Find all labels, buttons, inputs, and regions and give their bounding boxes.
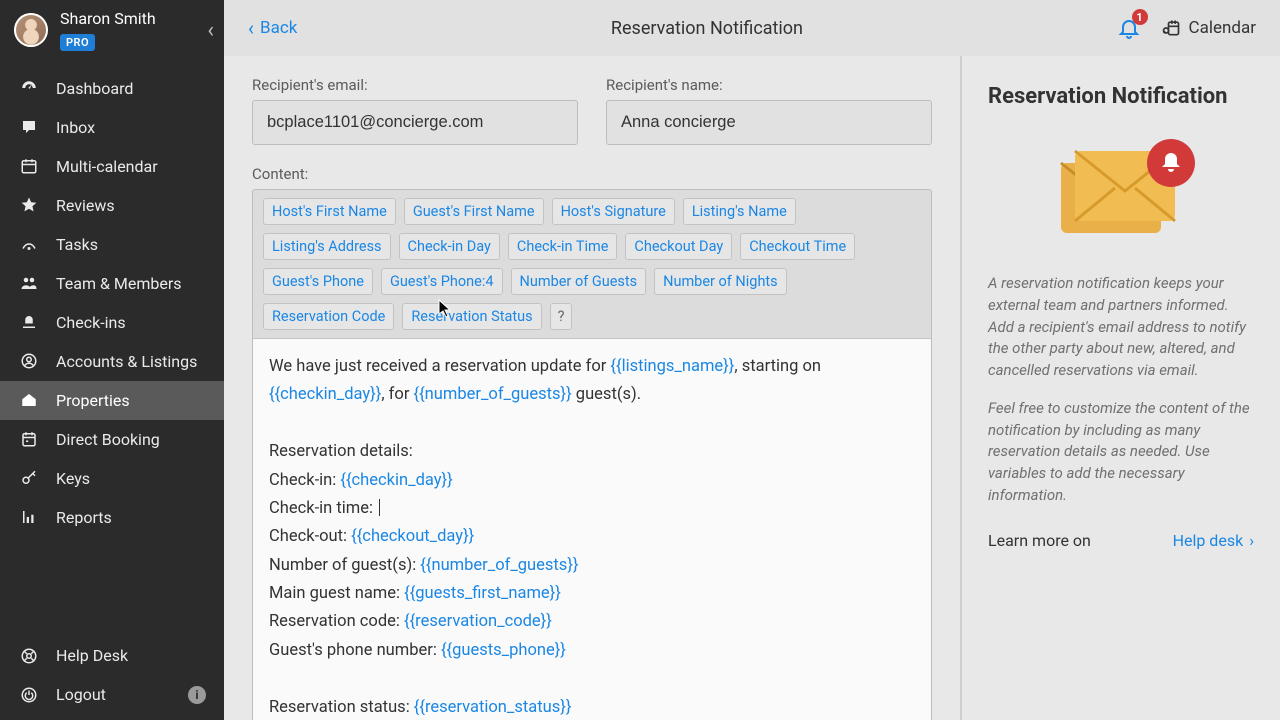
form-column: Recipient's email: Recipient's name: Con… <box>224 56 960 720</box>
sidebar-item-label: Multi-calendar <box>56 157 158 176</box>
star-icon <box>18 196 40 214</box>
keys-icon <box>18 469 40 487</box>
sidebar-item-team-members[interactable]: Team & Members <box>0 264 224 303</box>
sidebar-item-label: Dashboard <box>56 79 133 98</box>
recipient-email-input[interactable] <box>252 100 578 145</box>
team-icon <box>18 274 40 292</box>
checkins-icon <box>18 313 40 331</box>
sidebar-item-label: Accounts & Listings <box>56 352 197 371</box>
page-title: Reservation Notification <box>297 18 1116 39</box>
sidebar-item-accounts-listings[interactable]: Accounts & Listings <box>0 342 224 381</box>
sidebar-item-tasks[interactable]: Tasks <box>0 225 224 264</box>
name-label: Recipient's name: <box>606 76 932 94</box>
profile[interactable]: Sharon Smith PRO ‹ <box>0 0 224 61</box>
learn-more-label: Learn more on <box>988 531 1091 550</box>
help-desk-link[interactable]: Help desk › <box>1173 531 1254 550</box>
notifications-button[interactable]: 1 <box>1117 16 1141 40</box>
user-name: Sharon Smith <box>60 10 156 28</box>
sidebar-item-label: Logout <box>56 685 106 704</box>
sidebar-item-label: Keys <box>56 469 90 488</box>
content-label: Content: <box>252 165 932 183</box>
info-title: Reservation Notification <box>988 84 1254 109</box>
sidebar-item-label: Team & Members <box>56 274 182 293</box>
sidebar-item-help-desk[interactable]: Help Desk <box>0 636 224 675</box>
logout-icon <box>18 686 40 704</box>
sidebar-item-direct-booking[interactable]: Direct Booking <box>0 420 224 459</box>
content-editor: Host's First Name Guest's First Name Host'… <box>252 189 932 720</box>
variable-chip[interactable]: Host's First Name <box>263 198 396 225</box>
variable-chip[interactable]: Check-in Day <box>399 233 500 260</box>
variable-chip[interactable]: Reservation Status <box>402 303 541 330</box>
variable-chip[interactable]: Number of Nights <box>654 268 787 295</box>
back-label: Back <box>260 18 297 38</box>
calendar-link[interactable]: Calendar <box>1161 18 1256 38</box>
sidebar-item-inbox[interactable]: Inbox <box>0 108 224 147</box>
sidebar-item-check-ins[interactable]: Check-ins <box>0 303 224 342</box>
tasks-icon <box>18 235 40 253</box>
variable-chip[interactable]: Check-in Time <box>508 233 618 260</box>
chevron-left-icon: ‹ <box>248 18 254 38</box>
directbooking-icon <box>18 430 40 448</box>
chevron-right-icon: › <box>1249 531 1254 550</box>
sidebar: Sharon Smith PRO ‹ Dashboard Inbox Multi-c… <box>0 0 224 720</box>
back-button[interactable]: ‹ Back <box>248 18 297 38</box>
sidebar-item-label: Inbox <box>56 118 95 137</box>
variable-chip[interactable]: Guest's First Name <box>404 198 544 225</box>
notification-illustration <box>1041 133 1201 257</box>
info-icon: i <box>188 686 206 704</box>
calendar-label: Calendar <box>1189 18 1256 38</box>
variable-chip[interactable]: Listing's Name <box>683 198 796 225</box>
info-panel: Reservation Notification A reservation n… <box>960 56 1280 720</box>
variable-chip[interactable]: Host's Signature <box>552 198 675 225</box>
inbox-icon <box>18 118 40 136</box>
variable-chip[interactable]: Guest's Phone <box>263 268 373 295</box>
sidebar-item-label: Reviews <box>56 196 115 215</box>
variable-chip[interactable]: Number of Guests <box>511 268 647 295</box>
sidebar-item-label: Reports <box>56 508 112 527</box>
main: ‹ Back Reservation Notification 1 Calend… <box>224 0 1280 720</box>
sidebar-item-properties[interactable]: Properties <box>0 381 224 420</box>
email-label: Recipient's email: <box>252 76 578 94</box>
recipient-name-input[interactable] <box>606 100 932 145</box>
sidebar-item-label: Direct Booking <box>56 430 160 449</box>
topbar: ‹ Back Reservation Notification 1 Calend… <box>224 0 1280 56</box>
sidebar-item-logout[interactable]: Logout i <box>0 675 224 714</box>
variable-chip[interactable]: Checkout Day <box>625 233 732 260</box>
sidebar-item-multi-calendar[interactable]: Multi-calendar <box>0 147 224 186</box>
chip-help-icon[interactable]: ? <box>550 303 573 330</box>
user-badge: PRO <box>60 34 95 51</box>
sidebar-item-reports[interactable]: Reports <box>0 498 224 537</box>
sidebar-item-label: Tasks <box>56 235 98 254</box>
collapse-sidebar-icon[interactable]: ‹ <box>207 18 214 43</box>
info-paragraph-2: Feel free to customize the content of th… <box>988 398 1254 507</box>
helpdesk-icon <box>18 647 40 665</box>
variable-chip[interactable]: Checkout Time <box>740 233 855 260</box>
avatar <box>14 13 48 47</box>
content-textarea[interactable]: We have just received a reservation upda… <box>253 339 931 720</box>
dashboard-icon <box>18 79 40 97</box>
multicalendar-icon <box>18 157 40 175</box>
sidebar-item-reviews[interactable]: Reviews <box>0 186 224 225</box>
variable-chip[interactable]: Listing's Address <box>263 233 391 260</box>
properties-icon <box>18 391 40 409</box>
notifications-count: 1 <box>1132 9 1148 25</box>
accounts-icon <box>18 352 40 370</box>
variable-chip[interactable]: Guest's Phone:4 <box>381 268 503 295</box>
sidebar-item-keys[interactable]: Keys <box>0 459 224 498</box>
reports-icon <box>18 508 40 526</box>
sidebar-item-dashboard[interactable]: Dashboard <box>0 69 224 108</box>
variable-chip[interactable]: Reservation Code <box>263 303 394 330</box>
info-paragraph-1: A reservation notification keeps your ex… <box>988 273 1254 382</box>
variable-chip-bar: Host's First Name Guest's First Name Host'… <box>253 190 931 339</box>
calendar-search-icon <box>1161 18 1181 38</box>
sidebar-item-label: Properties <box>56 391 130 410</box>
sidebar-item-label: Check-ins <box>56 313 126 332</box>
text-caret <box>377 499 380 518</box>
sidebar-item-label: Help Desk <box>56 646 128 665</box>
